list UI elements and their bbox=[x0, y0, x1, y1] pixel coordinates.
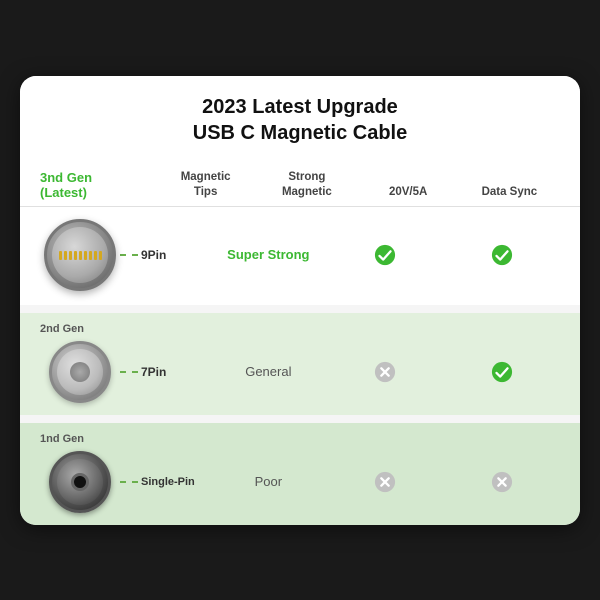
check-icon-green bbox=[374, 244, 396, 266]
gen2-20v-col bbox=[327, 361, 444, 383]
gen-column-header: 3nd Gen(Latest) bbox=[40, 170, 155, 200]
disc-2nd bbox=[49, 341, 111, 403]
gen2-device bbox=[40, 341, 120, 403]
gen1-row: Single-Pin Poor bbox=[40, 451, 560, 513]
gen3-pin-area: 9Pin bbox=[120, 248, 210, 262]
main-title: 2023 Latest Upgrade USB C Magnetic Cable bbox=[40, 94, 560, 146]
col-strong-magnetic: Strong Magnetic bbox=[256, 170, 357, 200]
disc-1st bbox=[49, 451, 111, 513]
gen3-sync-col bbox=[443, 244, 560, 266]
gen2-strong-col: General bbox=[210, 361, 327, 383]
gen3-pin-label: 9Pin bbox=[141, 248, 166, 262]
col-data-sync: Data Sync bbox=[459, 185, 560, 200]
check-icon-green-2 bbox=[491, 244, 513, 266]
gen3-row: 9Pin Super Strong bbox=[40, 219, 560, 291]
gen2-data-cols: General bbox=[210, 361, 560, 383]
gen3-20v-col bbox=[327, 244, 444, 266]
gen2-pin-label: 7Pin bbox=[141, 365, 166, 379]
gen3-data-cols: Super Strong bbox=[210, 244, 560, 266]
disc-3rd bbox=[44, 219, 116, 291]
x-icon-gray-2 bbox=[374, 471, 396, 493]
gen2-label: 2nd Gen bbox=[40, 323, 560, 335]
col-20v5a: 20V/5A bbox=[358, 185, 459, 200]
gen1-sync-col bbox=[443, 471, 560, 493]
gen1-label: 1nd Gen bbox=[40, 433, 560, 445]
gen3-section: 9Pin Super Strong bbox=[20, 207, 580, 305]
gen3-device bbox=[40, 219, 120, 291]
column-headers: 3nd Gen(Latest) Magnetic Tips Strong Mag… bbox=[20, 160, 580, 207]
x-icon-gray bbox=[374, 361, 396, 383]
gen1-20v-col bbox=[327, 471, 444, 493]
gen1-section: 1nd Gen Single-Pin Poor bbox=[20, 423, 580, 525]
check-icon-green-3 bbox=[491, 361, 513, 383]
gen2-sync-col bbox=[443, 361, 560, 383]
gen3-strong-col: Super Strong bbox=[210, 244, 327, 266]
gen1-pin-label: Single-Pin bbox=[141, 476, 195, 488]
gen2-row: 7Pin General bbox=[40, 341, 560, 403]
gen1-pin-area: Single-Pin bbox=[120, 476, 210, 488]
x-icon-gray-3 bbox=[491, 471, 513, 493]
gen1-data-cols: Poor bbox=[210, 471, 560, 493]
gen2-pin-area: 7Pin bbox=[120, 365, 210, 379]
card-header: 2023 Latest Upgrade USB C Magnetic Cable bbox=[20, 76, 580, 160]
gen1-strong-col: Poor bbox=[210, 471, 327, 493]
product-card: 2023 Latest Upgrade USB C Magnetic Cable… bbox=[20, 76, 580, 525]
col-magnetic-tips: Magnetic Tips bbox=[155, 170, 256, 200]
gen1-device bbox=[40, 451, 120, 513]
gen2-section: 2nd Gen 7Pin General bbox=[20, 313, 580, 415]
